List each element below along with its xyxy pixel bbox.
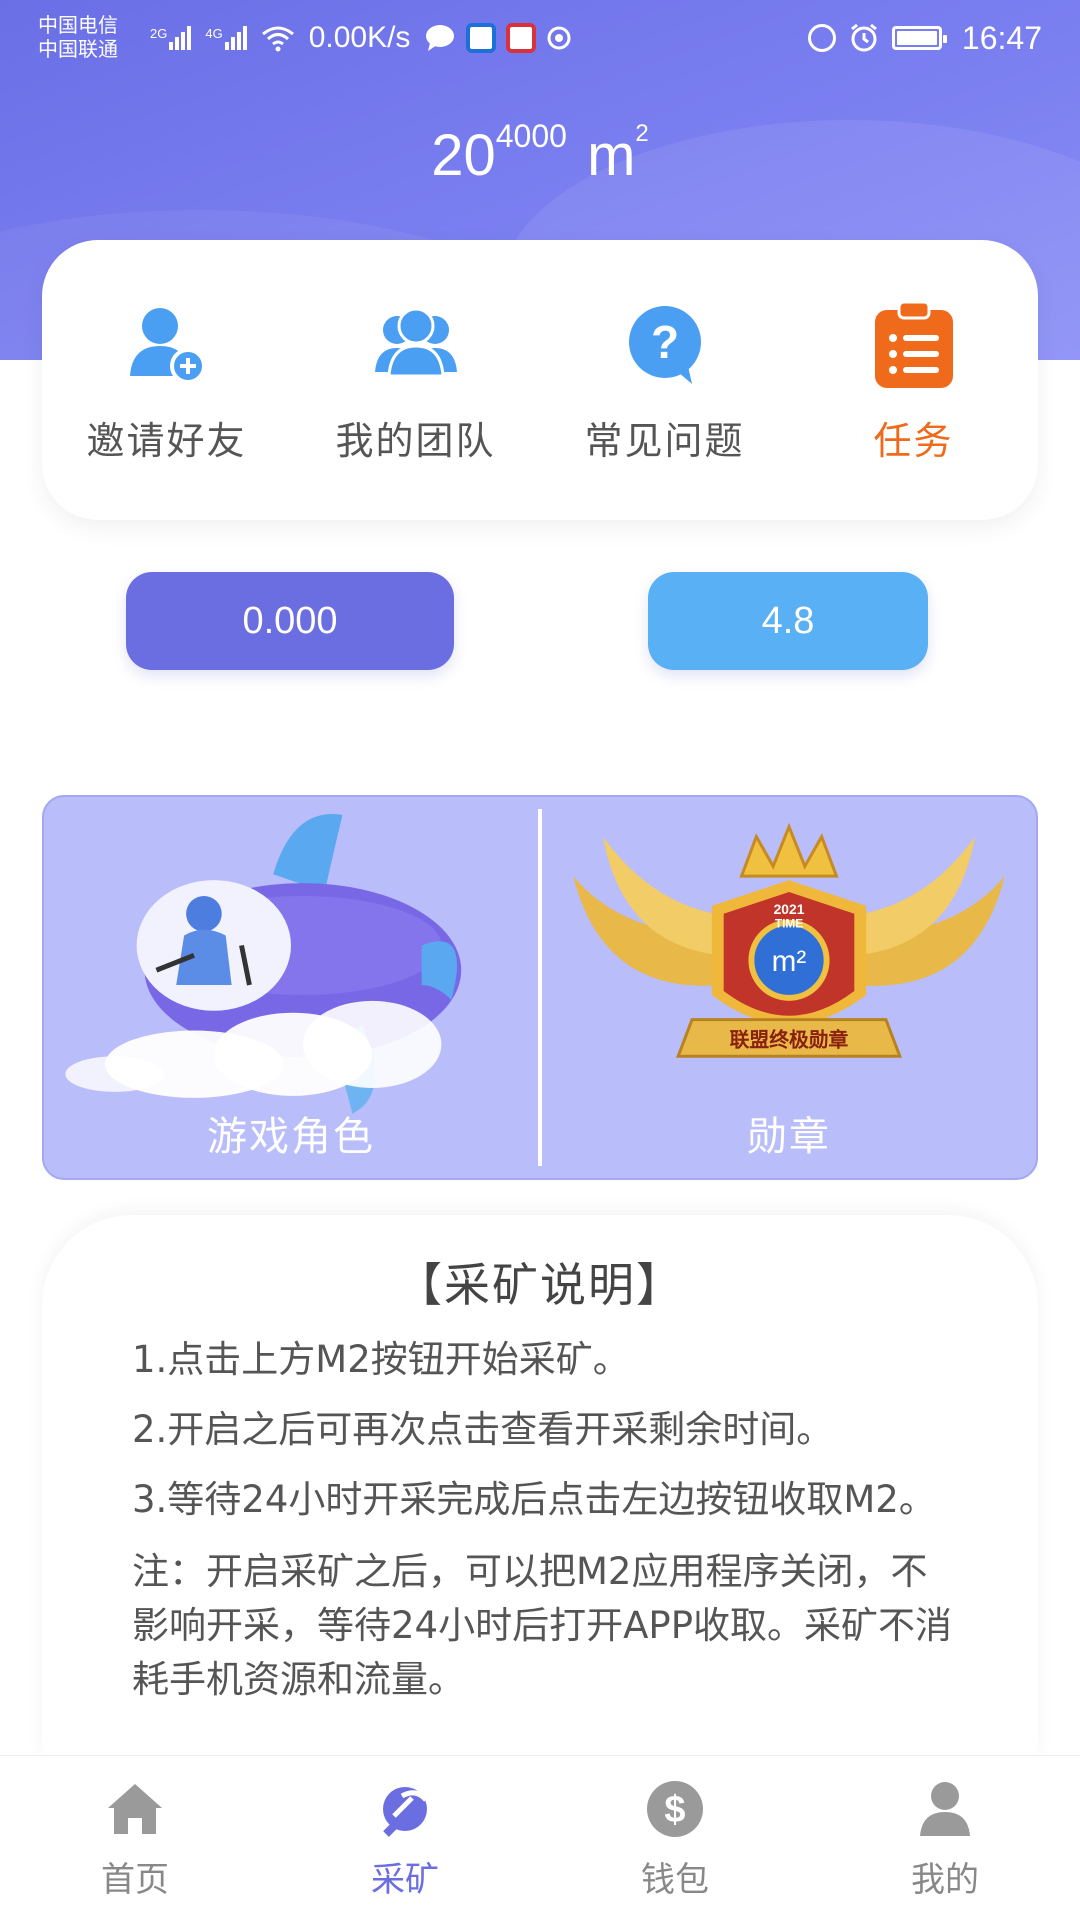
record-icon <box>547 26 571 50</box>
faq-label: 常见问题 <box>584 419 745 463</box>
unit-exponent: 2 <box>635 120 649 147</box>
nav-profile-label: 我的 <box>911 1859 979 1900</box>
mining-instructions: 【采矿说明】 1.点击上方M2按钮开始采矿。 2.开启之后可再次点击查看开采剩余… <box>42 1215 1038 1755</box>
medal-label: 勋章 <box>747 1114 831 1160</box>
team-icon <box>374 307 457 378</box>
svg-text:?: ? <box>650 316 678 368</box>
medal-card[interactable]: m² 2021 TIME 联盟终极勋章 勋章 <box>542 797 1036 1178</box>
amount-base: 20 <box>431 123 496 188</box>
bottom-nav: 首页 采矿 $ 钱包 我的 <box>0 1755 1080 1920</box>
mining-step: 2.开启之后可再次点击查看开采剩余时间。 <box>132 1408 834 1451</box>
pickaxe-icon <box>383 1786 428 1837</box>
my-team-button[interactable]: 我的团队 <box>301 300 531 465</box>
nav-wallet-label: 钱包 <box>641 1859 709 1900</box>
nav-wallet[interactable]: $ 钱包 <box>575 1776 775 1901</box>
feature-panel: 游戏角色 m² 2021 TIME 联盟终极勋章 勋章 <box>42 795 1038 1180</box>
status-bar: 中国电信 中国联通 2G 4G 0.00K/s 16:47 <box>0 0 1080 76</box>
game-role-card[interactable]: 游戏角色 <box>44 797 538 1178</box>
carrier-names: 中国电信 中国联通 <box>38 14 138 62</box>
mining-step: 3.等待24小时开采完成后点击左边按钮收取M2。 <box>132 1478 936 1521</box>
badge-year: 2021 <box>774 901 805 917</box>
mining-rate-button[interactable]: 4.8 <box>648 572 928 670</box>
game-role-label: 游戏角色 <box>207 1114 375 1160</box>
nav-home[interactable]: 首页 <box>35 1776 235 1901</box>
wallet-dollar-icon: $ <box>647 1780 703 1837</box>
nav-home-label: 首页 <box>101 1859 169 1900</box>
badge-word: TIME <box>775 917 803 931</box>
faq-button[interactable]: ? 常见问题 <box>550 300 780 465</box>
badge-ribbon-text: 联盟终极勋章 <box>730 1028 849 1051</box>
task-label: 任务 <box>873 419 954 463</box>
status-time: 16:47 <box>961 19 1042 56</box>
faq-icon: ? <box>628 306 701 384</box>
mining-steps: 1.点击上方M2按钮开始采矿。 2.开启之后可再次点击查看开采剩余时间。 3.等… <box>132 1325 1032 1535</box>
signal-tag: 2G <box>150 26 168 41</box>
mining-title: 【采矿说明】 <box>396 1258 684 1312</box>
svg-text:$: $ <box>664 1789 685 1831</box>
total-amount: 204000 m2 <box>0 118 1080 189</box>
invite-friend-label: 邀请好友 <box>86 419 247 463</box>
signal-icon: 2G <box>150 26 193 50</box>
app-notification-icon <box>506 23 537 53</box>
invite-friend-button[interactable]: 邀请好友 <box>52 300 282 465</box>
invite-friend-icon <box>129 308 206 384</box>
home-icon <box>108 1783 162 1834</box>
mining-step: 1.点击上方M2按钮开始采矿。 <box>132 1338 630 1381</box>
nav-mining[interactable]: 采矿 <box>305 1776 505 1901</box>
net-speed: 0.00K/s <box>308 21 411 54</box>
badge-center-text: m² <box>772 945 807 978</box>
chat-bubble-icon <box>426 25 455 51</box>
status-right: 16:47 <box>807 19 1042 57</box>
do-not-disturb-icon <box>807 24 836 52</box>
unit-letter: m <box>587 123 636 188</box>
mining-note: 注：开启采矿之后，可以把M2应用程序关闭，不影响开采，等待24小时后打开APP收… <box>132 1550 953 1701</box>
task-clipboard-icon <box>874 300 953 388</box>
collect-balance-button[interactable]: 0.000 <box>126 572 454 670</box>
profile-icon <box>920 1781 970 1836</box>
nav-mining-label: 采矿 <box>371 1859 439 1900</box>
carrier-1: 中国电信 <box>38 15 118 37</box>
amount-exponent: 4000 <box>495 118 567 154</box>
signal-icon: 4G <box>205 26 248 50</box>
task-button[interactable]: 任务 <box>799 300 1029 465</box>
quick-actions-card: 邀请好友 我的团队 ? 常见问题 任务 <box>42 240 1038 520</box>
nav-profile[interactable]: 我的 <box>845 1776 1045 1901</box>
my-team-label: 我的团队 <box>335 419 496 463</box>
signal-tag: 4G <box>205 26 223 41</box>
alarm-icon <box>850 23 877 52</box>
amount-unit: m2 <box>587 120 649 188</box>
app-notification-icon <box>466 23 497 53</box>
battery-icon <box>891 26 947 50</box>
wifi-icon <box>261 26 294 52</box>
carrier-2: 中国联通 <box>38 39 118 61</box>
